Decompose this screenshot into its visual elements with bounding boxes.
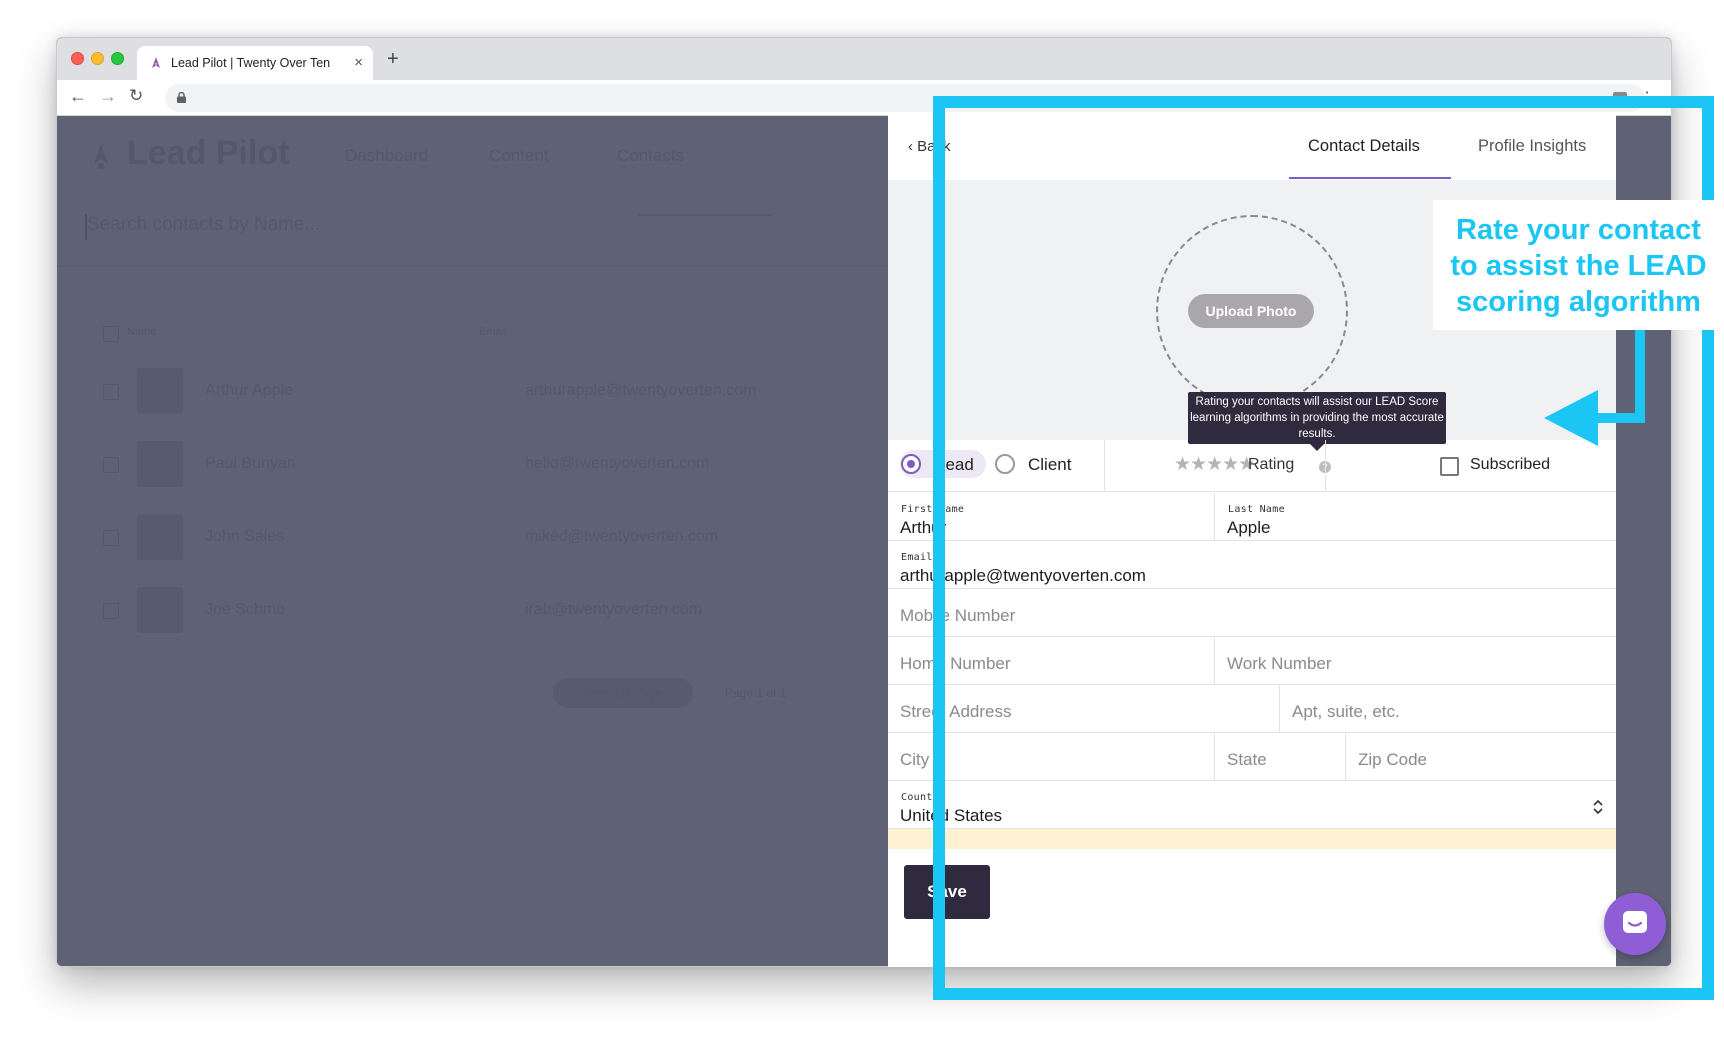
- reload-icon[interactable]: ↻: [129, 86, 143, 106]
- annotation-arrow-icon: [1544, 330, 1645, 446]
- pagination-text: Page 1 of 1: [725, 686, 787, 700]
- lock-icon: [177, 92, 186, 103]
- divider: [57, 266, 897, 267]
- contact-name[interactable]: Paul Bunyan: [205, 455, 296, 473]
- nav-content[interactable]: Content: [489, 146, 549, 166]
- avatar: [137, 514, 183, 560]
- tab-title: Lead Pilot | Twenty Over Ten: [171, 56, 331, 70]
- contact-email: arthurapple@twentyoverten.com: [525, 382, 757, 399]
- avatar: [137, 368, 183, 414]
- nav-active-underline: [639, 214, 773, 216]
- back-arrow-icon[interactable]: ←: [69, 86, 87, 107]
- contact-name[interactable]: John Sales: [205, 528, 284, 546]
- contact-name[interactable]: Arthur Apple: [205, 382, 293, 400]
- email-label: Email: [901, 552, 933, 563]
- column-header-email[interactable]: Email: [479, 326, 507, 338]
- row-checkbox[interactable]: [103, 384, 119, 400]
- callout-line: to assist the LEAD: [1450, 250, 1707, 282]
- row-checkbox[interactable]: [103, 457, 119, 473]
- new-tab-button[interactable]: +: [387, 48, 399, 71]
- callout-line: Rate your contact: [1456, 214, 1701, 246]
- annotation-callout: Rate your contact to assist the LEAD sco…: [1433, 212, 1724, 320]
- forward-arrow-icon[interactable]: →: [99, 86, 117, 107]
- close-window-button[interactable]: [71, 52, 84, 65]
- contact-email: irab@twentyoverten.com: [525, 601, 703, 618]
- nav-dashboard[interactable]: Dashboard: [345, 146, 428, 166]
- row-checkbox[interactable]: [103, 530, 119, 546]
- tab-bar: Lead Pilot | Twenty Over Ten × +: [57, 38, 1671, 80]
- lead-pilot-favicon-icon: [152, 57, 160, 68]
- app-logo: Lead Pilot: [127, 134, 290, 172]
- browser-tab[interactable]: Lead Pilot | Twenty Over Ten ×: [137, 46, 373, 80]
- row-checkbox[interactable]: [103, 603, 119, 619]
- city-placeholder: City: [900, 750, 930, 769]
- nav-contacts[interactable]: Contacts: [617, 146, 684, 166]
- previous-page-button[interactable]: Previous Page: [553, 678, 693, 708]
- lead-pilot-logo-icon: [94, 143, 108, 169]
- contact-name[interactable]: Joe Schmo: [205, 601, 285, 619]
- contact-email: miked@twentyoverten.com: [525, 528, 719, 545]
- chevron-left-icon: ‹: [908, 138, 913, 155]
- lead-radio[interactable]: [901, 454, 921, 474]
- contact-email: hello@twentyoverten.com: [525, 455, 710, 472]
- avatar: [137, 587, 183, 633]
- minimize-window-button[interactable]: [91, 52, 104, 65]
- select-all-checkbox[interactable]: [103, 326, 119, 342]
- contact-search-input[interactable]: Search contacts by Name...: [87, 214, 320, 236]
- maximize-window-button[interactable]: [111, 52, 124, 65]
- tab-close-icon[interactable]: ×: [354, 54, 363, 71]
- avatar: [137, 441, 183, 487]
- callout-line: scoring algorithm: [1456, 286, 1701, 318]
- column-header-name[interactable]: Name: [127, 326, 156, 338]
